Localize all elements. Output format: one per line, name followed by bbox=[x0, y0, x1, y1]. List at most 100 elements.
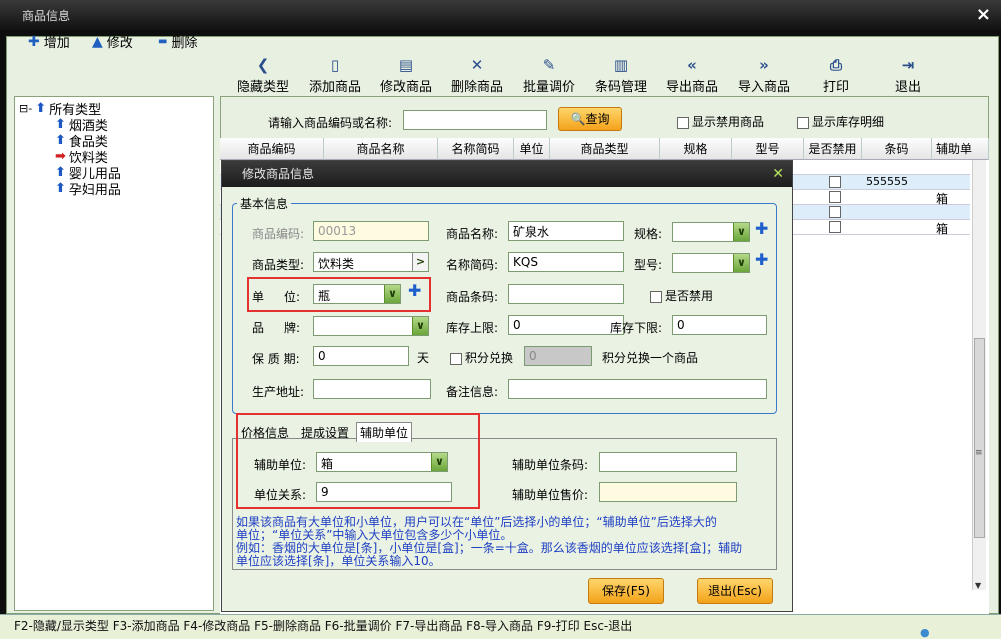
scroll-down-icon[interactable]: ▼ bbox=[975, 581, 981, 590]
show-disabled-checkbox[interactable]: 显示禁用商品 bbox=[677, 113, 764, 130]
origin-label: 生产地址: bbox=[252, 385, 305, 399]
delete-category-label: 删除 bbox=[171, 36, 198, 51]
remark-field[interactable] bbox=[508, 379, 767, 399]
col-header-aux-unit[interactable]: 辅助单 bbox=[932, 138, 989, 160]
dialog-exit-button[interactable]: 退出(Esc) bbox=[697, 578, 773, 604]
chevron-down-icon[interactable]: ∨ bbox=[431, 453, 447, 471]
checkbox-icon[interactable] bbox=[677, 116, 689, 129]
grid-scrollbar[interactable]: ≡ ▼ bbox=[972, 160, 986, 590]
hide-type-button[interactable]: ❮ 隐藏类型 bbox=[228, 56, 298, 95]
edit-product-button[interactable]: ▤ 修改商品 bbox=[371, 56, 441, 95]
chevron-right-icon[interactable]: > bbox=[412, 253, 428, 271]
disabled-checkbox[interactable]: 是否禁用 bbox=[650, 287, 713, 304]
checkbox-icon[interactable] bbox=[797, 116, 809, 129]
delete-product-button[interactable]: ✕ 删除商品 bbox=[442, 56, 512, 95]
chevron-down-icon[interactable]: ∨ bbox=[384, 285, 400, 303]
printer-icon: ⎙ bbox=[829, 56, 842, 74]
grip-icon: ≡ bbox=[975, 448, 983, 458]
double-left-icon: « bbox=[687, 56, 697, 74]
query-label: 查询 bbox=[585, 112, 610, 126]
delete-category-button[interactable]: ▬ 删除 bbox=[158, 32, 197, 51]
points-checkbox[interactable]: 积分兑换 bbox=[450, 349, 513, 366]
origin-field[interactable] bbox=[313, 379, 431, 399]
add-spec-icon[interactable]: ✚ bbox=[755, 219, 768, 238]
abbr-field[interactable] bbox=[508, 252, 624, 272]
note-line-4: 单位应该选择[条]，单位关系输入10。 bbox=[236, 554, 441, 568]
col-header-abbr[interactable]: 名称简码 bbox=[438, 138, 514, 160]
edit-product-dialog: 修改商品信息 ✕ 基本信息 商品编码: 商品名称: 规格: ∨ ✚ 商品类型: … bbox=[221, 160, 793, 612]
disabled-checkbox[interactable] bbox=[829, 176, 841, 188]
checkbox-icon[interactable] bbox=[650, 290, 662, 303]
disabled-checkbox[interactable] bbox=[829, 206, 841, 218]
barcode-manage-label: 条码管理 bbox=[594, 80, 647, 95]
edit-category-button[interactable]: ▲ 修改 bbox=[92, 32, 133, 52]
chevron-down-icon[interactable]: ∨ bbox=[733, 254, 749, 272]
barcode-field[interactable] bbox=[508, 284, 624, 304]
type-value: 饮料类 bbox=[318, 257, 355, 271]
col-header-barcode[interactable]: 条码 bbox=[862, 138, 932, 160]
up-arrow-icon: ⬆ bbox=[35, 101, 47, 116]
col-header-disabled[interactable]: 是否禁用 bbox=[804, 138, 862, 160]
brand-select[interactable]: ∨ bbox=[313, 316, 429, 336]
edit-doc-icon: ▤ bbox=[398, 56, 414, 74]
import-product-label: 导入商品 bbox=[737, 80, 790, 95]
aux-price-field[interactable] bbox=[599, 482, 737, 502]
col-header-unit[interactable]: 单位 bbox=[514, 138, 550, 160]
type-field[interactable]: 饮料类 > bbox=[313, 252, 429, 272]
tree-item-label: 孕妇用品 bbox=[68, 183, 121, 198]
export-product-button[interactable]: « 导出商品 bbox=[657, 56, 727, 95]
checkbox-icon[interactable] bbox=[450, 352, 462, 365]
dialog-close-icon[interactable]: ✕ bbox=[772, 161, 784, 187]
save-button[interactable]: 保存(F5) bbox=[588, 578, 664, 604]
tray-icon: ● bbox=[920, 626, 930, 639]
add-unit-icon[interactable]: ✚ bbox=[408, 281, 421, 300]
pen-icon: ✎ bbox=[542, 56, 556, 74]
batch-price-button[interactable]: ✎ 批量调价 bbox=[514, 56, 584, 95]
up-arrow-icon: ⬆ bbox=[55, 181, 66, 196]
brand-label-2: 牌: bbox=[284, 321, 301, 335]
stock-min-field[interactable] bbox=[672, 315, 767, 335]
col-header-name[interactable]: 商品名称 bbox=[324, 138, 438, 160]
relation-field[interactable] bbox=[316, 482, 452, 502]
disabled-checkbox[interactable] bbox=[829, 221, 841, 233]
col-header-type[interactable]: 商品类型 bbox=[550, 138, 660, 160]
chevron-down-icon[interactable]: ∨ bbox=[733, 223, 749, 241]
edit-product-label: 修改商品 bbox=[379, 80, 432, 95]
spec-select[interactable]: ∨ bbox=[672, 222, 750, 242]
col-header-model[interactable]: 型号 bbox=[732, 138, 804, 160]
name-field[interactable] bbox=[508, 221, 624, 241]
batch-price-label: 批量调价 bbox=[522, 80, 575, 95]
add-product-button[interactable]: ▯ 添加商品 bbox=[300, 56, 370, 95]
name-label: 商品名称: bbox=[446, 227, 499, 241]
chevron-down-icon[interactable]: ∨ bbox=[412, 317, 428, 335]
aux-unit-select[interactable]: 箱 ∨ bbox=[316, 452, 448, 472]
print-button[interactable]: ⎙ 打印 bbox=[801, 56, 871, 95]
aux-barcode-field[interactable] bbox=[599, 452, 737, 472]
query-button[interactable]: 🔍查询 bbox=[558, 107, 622, 131]
window-close-icon[interactable]: × bbox=[976, 4, 991, 25]
shelf-label: 保 质 期: bbox=[252, 352, 300, 366]
col-header-spec[interactable]: 规格 bbox=[660, 138, 732, 160]
search-label: 请输入商品编码或名称: bbox=[268, 116, 393, 130]
unit-select[interactable]: 瓶 ∨ bbox=[313, 284, 401, 304]
import-product-button[interactable]: » 导入商品 bbox=[729, 56, 799, 95]
shelf-field[interactable] bbox=[313, 346, 409, 366]
search-input[interactable] bbox=[403, 110, 547, 130]
collapse-icon[interactable]: ⊟- bbox=[19, 102, 32, 115]
tree-item-maternity[interactable]: ⬆ 孕妇用品 bbox=[55, 179, 121, 198]
stock-max-field[interactable] bbox=[508, 315, 624, 335]
add-model-icon[interactable]: ✚ bbox=[755, 250, 768, 269]
add-category-button[interactable]: ✚ 增加 bbox=[28, 32, 70, 52]
aux-price-label: 辅助单位售价: bbox=[512, 488, 589, 502]
scrollbar-thumb[interactable] bbox=[974, 338, 985, 538]
unit-value: 瓶 bbox=[318, 289, 331, 303]
col-header-code[interactable]: 商品编码 bbox=[220, 138, 324, 160]
plus-icon: ✚ bbox=[28, 33, 40, 50]
aux-barcode-label: 辅助单位条码: bbox=[512, 458, 589, 472]
exit-button[interactable]: ⇥ 退出 bbox=[873, 56, 943, 95]
show-stock-checkbox[interactable]: 显示库存明细 bbox=[797, 113, 884, 130]
model-select[interactable]: ∨ bbox=[672, 253, 750, 273]
barcode-manage-button[interactable]: ▥ 条码管理 bbox=[586, 56, 656, 95]
up-arrow-icon: ⬆ bbox=[55, 133, 66, 148]
disabled-checkbox[interactable] bbox=[829, 191, 841, 203]
